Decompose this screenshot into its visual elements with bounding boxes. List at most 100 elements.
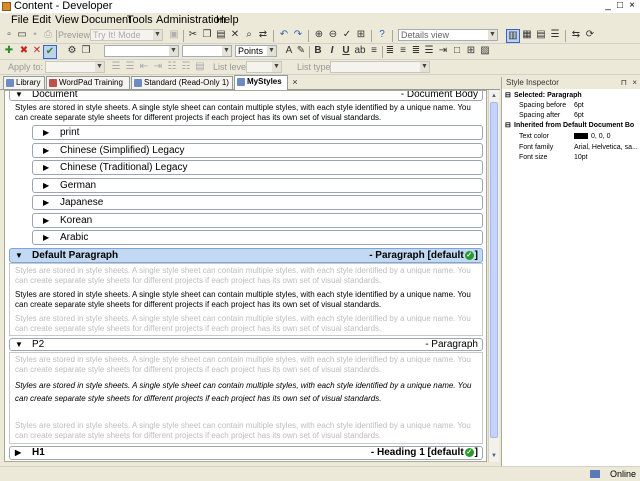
tab-standard[interactable]: Standard (Read-Only 1)	[131, 76, 233, 89]
list-type-combo[interactable]: ▼	[330, 61, 430, 73]
find-icon[interactable]: ⌕	[243, 29, 255, 41]
sync-icon[interactable]: ⇆	[570, 29, 582, 41]
strikethrough-icon[interactable]: ab	[354, 45, 366, 57]
font-combo[interactable]: ▼	[182, 45, 232, 57]
list-item[interactable]: ▶ Arabic	[32, 230, 483, 245]
list-options-icon[interactable]: ▤	[194, 61, 206, 73]
tab-mystyles[interactable]: MyStyles	[234, 75, 288, 90]
collapse-icon[interactable]: ▼	[15, 249, 23, 262]
menu-view[interactable]: View	[55, 14, 79, 26]
add-icon[interactable]: ✚	[3, 45, 15, 57]
split-icon[interactable]: ▦	[521, 29, 533, 41]
style-header-h1[interactable]: ▶ H1 - Heading 1 [default ✓]	[9, 446, 483, 460]
undo-icon[interactable]: ↶	[278, 29, 290, 41]
justify-icon[interactable]: ☰	[423, 45, 435, 57]
align-right-icon[interactable]: ≣	[410, 45, 422, 57]
list-item[interactable]: ▶ Chinese (Traditional) Legacy	[32, 160, 483, 175]
expand-icon[interactable]: ▶	[15, 447, 21, 458]
print-icon[interactable]: ⎙	[42, 29, 54, 41]
expand-icon[interactable]: ▶	[43, 144, 49, 157]
style-name-combo[interactable]: ▼	[104, 45, 179, 57]
list-item[interactable]: ▶ Japanese	[32, 195, 483, 210]
outline-icon[interactable]: ▤	[535, 29, 547, 41]
open-icon[interactable]: ▭	[16, 29, 28, 41]
spacing-icon[interactable]: ≡	[368, 45, 380, 57]
delete-style-icon[interactable]: ✕	[31, 45, 43, 57]
list-style-icon[interactable]: ☷	[166, 61, 178, 73]
expand-icon[interactable]: ▶	[43, 231, 49, 244]
list-format-icon[interactable]: ☶	[180, 61, 192, 73]
collapse-icon[interactable]: ⊟	[505, 91, 511, 101]
minimize-button[interactable]: _	[602, 1, 614, 12]
expand-icon[interactable]: ▶	[43, 126, 49, 139]
close-icon[interactable]: ×	[632, 77, 637, 89]
style-header-default-paragraph[interactable]: ▼ Default Paragraph - Paragraph [default…	[9, 248, 483, 263]
align-center-icon[interactable]: ≡	[397, 45, 409, 57]
list-item[interactable]: ▶ Korean	[32, 213, 483, 228]
font-color-icon[interactable]: A	[283, 45, 295, 57]
vertical-scrollbar[interactable]: ▲ ▼	[488, 90, 499, 462]
pin-icon[interactable]: ⊓	[621, 77, 627, 89]
style-header-p2[interactable]: ▼ P2 - Paragraph	[9, 338, 483, 351]
redo-icon[interactable]: ↷	[292, 29, 304, 41]
style-header-document[interactable]: ▼ Document - Document Body	[9, 91, 483, 101]
list-icon[interactable]: ☰	[549, 29, 561, 41]
copy-icon[interactable]: ❐	[201, 29, 213, 41]
underline-button[interactable]: U	[340, 45, 352, 57]
help-icon[interactable]: ?	[376, 29, 388, 41]
collapse-icon[interactable]: ⊟	[505, 121, 511, 131]
new-icon[interactable]: ▫	[3, 29, 15, 41]
expand-icon[interactable]: ▶	[43, 196, 49, 209]
expand-icon[interactable]: ▶	[43, 179, 49, 192]
spell-check-icon[interactable]: ✓	[341, 29, 353, 41]
indent-list-icon[interactable]: ⇥	[152, 61, 164, 73]
layout-icon[interactable]: ▥	[506, 29, 520, 43]
delete-icon[interactable]: ✕	[229, 29, 241, 41]
bold-button[interactable]: B	[312, 45, 324, 57]
numbering-icon[interactable]: ☰	[124, 61, 136, 73]
view-combo[interactable]: Details view ▼	[398, 29, 498, 41]
image-icon[interactable]: ▨	[479, 45, 491, 57]
zoom-out-icon[interactable]: ⊖	[327, 29, 339, 41]
list-item[interactable]: ▶ Chinese (Simplified) Legacy	[32, 143, 483, 158]
tab-library[interactable]: Library	[3, 76, 45, 89]
menu-tools[interactable]: Tools	[127, 14, 153, 26]
maximize-button[interactable]: □	[614, 1, 626, 12]
menu-file[interactable]: File	[11, 14, 29, 26]
paste-icon[interactable]: ▤	[215, 29, 227, 41]
collapse-icon[interactable]: ▼	[15, 91, 23, 100]
apply-to-combo[interactable]: ▼	[45, 61, 105, 73]
border-icon[interactable]: □	[451, 45, 463, 57]
bullets-icon[interactable]: ☰	[110, 61, 122, 73]
indent-icon[interactable]: ⇥	[437, 45, 449, 57]
close-tab-icon[interactable]: ×	[289, 76, 301, 88]
accept-icon[interactable]: ✔	[43, 45, 57, 59]
copy-style-icon[interactable]: ❐	[80, 45, 92, 57]
remove-icon[interactable]: ✖	[18, 45, 30, 57]
highlight-icon[interactable]: ✎	[295, 45, 307, 57]
properties-icon[interactable]: ▣	[168, 29, 180, 41]
preview-button[interactable]: Preview	[58, 29, 90, 41]
scroll-down-icon[interactable]: ▼	[490, 451, 498, 461]
cut-icon[interactable]: ✂	[187, 29, 199, 41]
font-size-unit-combo[interactable]: Points ▼	[235, 45, 277, 57]
menu-edit[interactable]: Edit	[32, 14, 51, 26]
outdent-icon[interactable]: ⇤	[138, 61, 150, 73]
expand-icon[interactable]: ▶	[43, 214, 49, 227]
menu-help[interactable]: Help	[216, 14, 239, 26]
italic-button[interactable]: I	[326, 45, 338, 57]
collapse-icon[interactable]: ▼	[15, 339, 23, 350]
table-icon[interactable]: ⊞	[465, 45, 477, 57]
list-level-combo[interactable]: ▼	[246, 61, 282, 73]
scroll-up-icon[interactable]: ▲	[490, 91, 498, 101]
close-button[interactable]: ×	[626, 1, 638, 12]
tab-wordpad-training[interactable]: WordPad Training	[46, 76, 130, 89]
align-left-icon[interactable]: ≣	[384, 45, 396, 57]
expand-icon[interactable]: ▶	[43, 161, 49, 174]
inherited-group[interactable]: ⊟ Inherited from Default Document Bo	[502, 121, 640, 131]
save-icon[interactable]: ▪	[29, 29, 41, 41]
insert-icon[interactable]: ⊞	[355, 29, 367, 41]
menu-document[interactable]: Document	[81, 14, 131, 26]
selected-group[interactable]: ⊟ Selected: Paragraph	[502, 91, 640, 101]
scroll-thumb[interactable]	[490, 102, 498, 438]
